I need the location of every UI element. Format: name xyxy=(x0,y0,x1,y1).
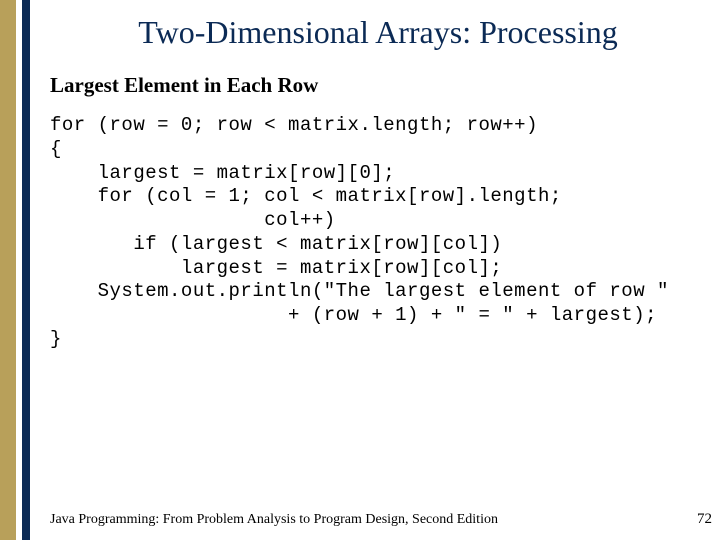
code-line: for (row = 0; row < matrix.length; row++… xyxy=(50,114,538,136)
code-line: + (row + 1) + " = " + largest); xyxy=(50,304,657,326)
stripe-navy xyxy=(22,0,30,540)
code-line: for (col = 1; col < matrix[row].length; xyxy=(50,185,562,207)
code-line: col++) xyxy=(50,209,336,231)
page-number: 72 xyxy=(697,511,712,528)
code-line: { xyxy=(50,138,62,160)
slide-footer: Java Programming: From Problem Analysis … xyxy=(50,511,712,528)
left-accent-stripe xyxy=(0,0,30,540)
code-line: largest = matrix[row][col]; xyxy=(50,257,502,279)
page-title: Two-Dimensional Arrays: Processing xyxy=(36,14,720,51)
code-line: System.out.println("The largest element … xyxy=(50,280,669,302)
code-block: for (row = 0; row < matrix.length; row++… xyxy=(50,114,720,352)
stripe-gold xyxy=(0,0,16,540)
code-line: } xyxy=(50,328,62,350)
footer-text: Java Programming: From Problem Analysis … xyxy=(50,512,498,528)
slide-content: Two-Dimensional Arrays: Processing Large… xyxy=(36,0,720,540)
code-line: if (largest < matrix[row][col]) xyxy=(50,233,502,255)
code-line: largest = matrix[row][0]; xyxy=(50,162,395,184)
section-subtitle: Largest Element in Each Row xyxy=(50,73,720,98)
